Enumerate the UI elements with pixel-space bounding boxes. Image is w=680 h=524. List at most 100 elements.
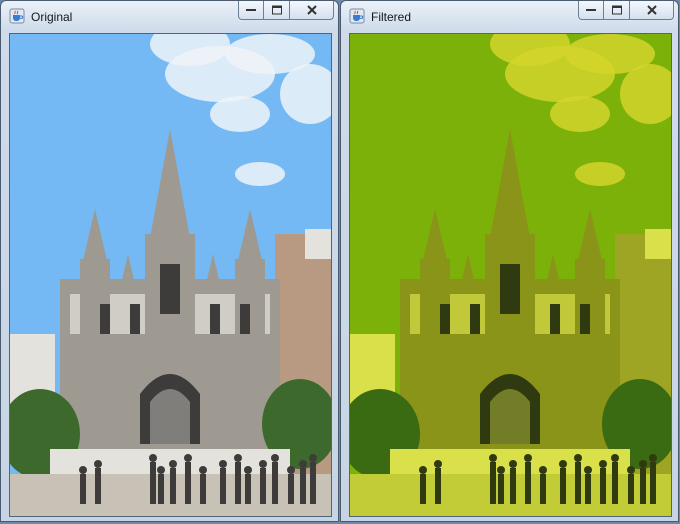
person-head	[244, 466, 252, 474]
person	[600, 468, 606, 504]
person-head	[219, 460, 227, 468]
person-head	[611, 454, 619, 462]
cathedral-photo	[10, 34, 331, 516]
maximize-button[interactable]	[604, 1, 630, 20]
building-top	[645, 229, 671, 259]
person-head	[639, 460, 647, 468]
portal-arch	[150, 389, 190, 444]
maximize-button[interactable]	[264, 1, 290, 20]
person	[540, 474, 546, 504]
close-icon	[306, 5, 317, 15]
person	[490, 462, 496, 504]
window-title: Original	[31, 10, 73, 24]
window	[580, 304, 590, 334]
person-head	[94, 460, 102, 468]
person	[260, 468, 266, 504]
left-tower	[420, 259, 450, 449]
person	[185, 462, 191, 504]
window	[440, 304, 450, 334]
person-head	[509, 460, 517, 468]
person-head	[259, 460, 267, 468]
window	[550, 304, 560, 334]
image-canvas	[9, 33, 332, 517]
person-head	[584, 466, 592, 474]
person	[510, 468, 516, 504]
minimize-icon	[246, 9, 256, 11]
person	[435, 468, 441, 504]
close-icon	[646, 5, 657, 15]
person-head	[184, 454, 192, 462]
cathedral-photo-filtered	[350, 34, 671, 516]
person	[80, 474, 86, 504]
window-original: Original	[0, 0, 339, 522]
person	[272, 462, 278, 504]
person-head	[234, 454, 242, 462]
minimize-button[interactable]	[238, 1, 264, 20]
minimize-button[interactable]	[578, 1, 604, 20]
person	[640, 468, 646, 504]
window-filtered: Filtered	[340, 0, 679, 522]
right-tower	[235, 259, 265, 449]
titlebar[interactable]: Filtered	[341, 1, 678, 33]
person-head	[79, 466, 87, 474]
person-head	[309, 454, 317, 462]
left-tower	[80, 259, 110, 449]
person	[150, 462, 156, 504]
person-head	[599, 460, 607, 468]
minimize-icon	[586, 9, 596, 11]
person	[235, 462, 241, 504]
person	[650, 462, 656, 504]
window	[240, 304, 250, 334]
building-top	[305, 229, 331, 259]
maximize-icon	[611, 5, 622, 15]
portal-arch	[490, 389, 530, 444]
rose-window	[500, 264, 520, 314]
cloud	[210, 96, 270, 132]
rose-window	[160, 264, 180, 314]
window-title: Filtered	[371, 10, 412, 24]
cloud	[575, 162, 625, 186]
person-head	[287, 466, 295, 474]
close-button[interactable]	[290, 1, 334, 20]
person	[612, 462, 618, 504]
person	[245, 474, 251, 504]
person-head	[271, 454, 279, 462]
window	[130, 304, 140, 334]
person-head	[649, 454, 657, 462]
person-head	[559, 460, 567, 468]
person	[628, 474, 634, 504]
cloud	[550, 96, 610, 132]
person	[310, 462, 316, 504]
person	[300, 468, 306, 504]
maximize-icon	[271, 5, 282, 15]
window	[470, 304, 480, 334]
person-head	[299, 460, 307, 468]
person	[288, 474, 294, 504]
person	[498, 474, 504, 504]
window	[210, 304, 220, 334]
person-head	[149, 454, 157, 462]
titlebar[interactable]: Original	[1, 1, 338, 33]
java-cup-icon	[9, 8, 25, 24]
person-head	[199, 466, 207, 474]
person	[95, 468, 101, 504]
person	[420, 474, 426, 504]
person-head	[524, 454, 532, 462]
window	[100, 304, 110, 334]
person	[170, 468, 176, 504]
person-head	[539, 466, 547, 474]
person-head	[489, 454, 497, 462]
person-head	[419, 466, 427, 474]
person-head	[574, 454, 582, 462]
person-head	[169, 460, 177, 468]
cloud	[235, 162, 285, 186]
image-canvas	[349, 33, 672, 517]
person	[158, 474, 164, 504]
close-button[interactable]	[630, 1, 674, 20]
person	[220, 468, 226, 504]
person	[575, 462, 581, 504]
right-tower	[575, 259, 605, 449]
person	[525, 462, 531, 504]
person	[585, 474, 591, 504]
person-head	[497, 466, 505, 474]
